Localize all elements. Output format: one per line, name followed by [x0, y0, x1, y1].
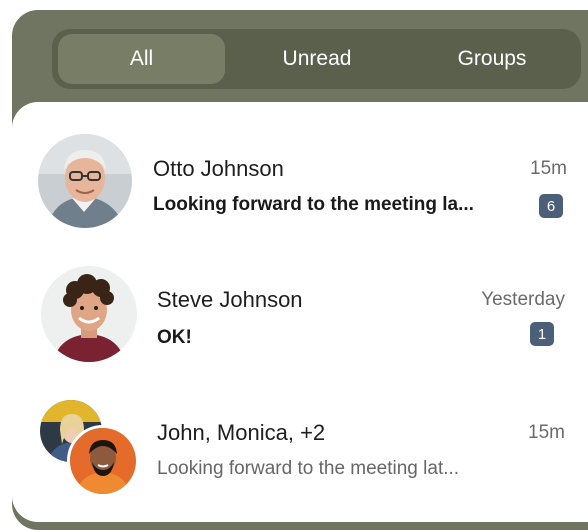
group-name: John, Monica, +2 — [157, 420, 326, 445]
avatar — [38, 134, 132, 228]
group-member-avatar-image — [70, 428, 136, 494]
contact-name: Steve Johnson — [157, 287, 303, 312]
message-preview: Looking forward to the meeting lat... — [157, 458, 460, 479]
avatar — [41, 266, 137, 362]
unread-count-badge: 6 — [539, 194, 563, 218]
elderly-man-avatar-image — [38, 134, 132, 228]
conversation-row[interactable]: Steve Johnson Yesterday OK! 1 — [12, 242, 588, 362]
filter-tabs: All Unread Groups — [52, 29, 581, 89]
message-preview: Looking forward to the meeting la... — [153, 194, 474, 215]
conversation-row[interactable]: John, Monica, +2 15m Looking forward to … — [12, 374, 588, 522]
tab-groups[interactable]: Groups — [408, 34, 576, 84]
message-preview: OK! — [157, 327, 192, 348]
tab-all[interactable]: All — [58, 34, 225, 84]
young-man-avatar-image — [41, 266, 137, 362]
avatar-front — [67, 425, 139, 497]
unread-count-badge: 1 — [530, 322, 554, 346]
tab-unread[interactable]: Unread — [232, 34, 402, 84]
conversation-row[interactable]: Otto Johnson 15m Looking forward to the … — [12, 108, 588, 228]
contact-name: Otto Johnson — [153, 156, 284, 181]
conversation-list: Otto Johnson 15m Looking forward to the … — [12, 102, 588, 522]
timestamp: 15m — [528, 422, 565, 443]
timestamp: Yesterday — [481, 289, 565, 310]
timestamp: 15m — [530, 158, 567, 179]
